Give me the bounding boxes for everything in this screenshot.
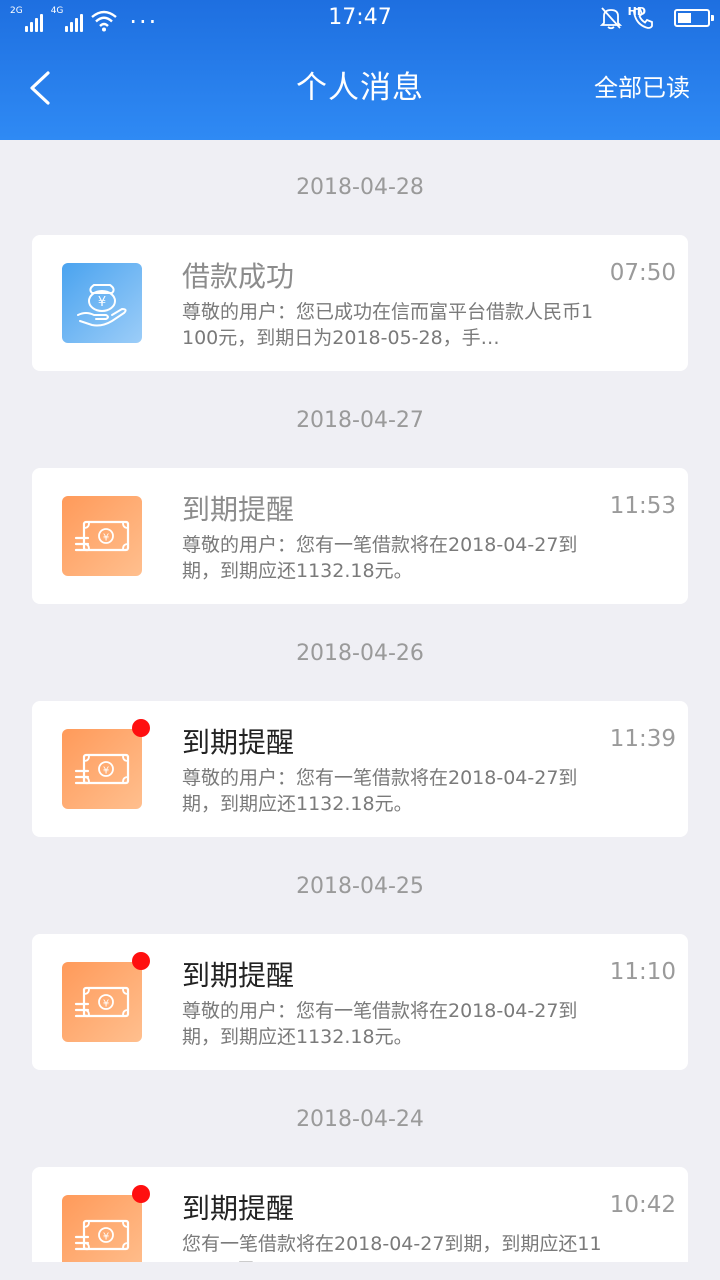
message-body: 尊敬的用户：您有一笔借款将在2018-04-27到期，到期应还1132.18元。 xyxy=(182,534,578,582)
svg-text:¥: ¥ xyxy=(103,766,109,777)
date-label: 2018-04-26 xyxy=(296,641,424,666)
day-group: 2018-04-25 ¥ 到期提醒 11:10 尊敬的用户：您有一笔借款将在20… xyxy=(0,839,720,1072)
message-title: 到期提醒 xyxy=(182,1192,295,1225)
app-header: 2G 4G ··· 17:47 HD 个人消息 全部已读 xyxy=(0,0,720,140)
banknote-icon: ¥ xyxy=(62,729,142,809)
message-time: 11:53 xyxy=(609,493,676,519)
unread-dot xyxy=(132,952,150,970)
unread-dot xyxy=(132,1185,150,1203)
message-list[interactable]: 2018-04-28 ¥ 借款成功 07:50 尊敬的用户：您已成功在信而富平台… xyxy=(0,140,720,1262)
message-time: 11:39 xyxy=(609,726,676,752)
message-body: 尊敬的用户：您有一笔借款将在2018-04-27到期，到期应还1132.18元。 xyxy=(182,1000,578,1048)
mark-all-read-button[interactable]: 全部已读 xyxy=(594,70,690,106)
svg-text:¥: ¥ xyxy=(98,295,106,310)
svg-text:¥: ¥ xyxy=(103,999,109,1010)
message-body: 尊敬的用户：您已成功在信而富平台借款人民币1100元，到期日为2018-05-2… xyxy=(182,301,594,349)
svg-text:¥: ¥ xyxy=(103,533,109,544)
message-title: 到期提醒 xyxy=(182,726,295,759)
message-title: 借款成功 xyxy=(182,260,295,293)
day-group: 2018-04-26 ¥ 到期提醒 11:39 尊敬的用户：您有一笔借款将在20… xyxy=(0,606,720,839)
message-card[interactable]: ¥ 到期提醒 10:42 您有一笔借款将在2018-04-27到期，到期应还11… xyxy=(32,1167,688,1262)
message-time: 10:42 xyxy=(609,1192,676,1218)
message-time: 11:10 xyxy=(609,959,676,985)
date-label: 2018-04-24 xyxy=(296,1107,424,1132)
message-card[interactable]: ¥ 借款成功 07:50 尊敬的用户：您已成功在信而富平台借款人民币1100元，… xyxy=(32,235,688,371)
message-card[interactable]: ¥ 到期提醒 11:10 尊敬的用户：您有一笔借款将在2018-04-27到期，… xyxy=(32,934,688,1070)
date-label: 2018-04-27 xyxy=(296,408,424,433)
day-group: 2018-04-24 ¥ 到期提醒 10:42 您有一笔借款将在2018-04-… xyxy=(0,1072,720,1262)
banknote-icon: ¥ xyxy=(62,1195,142,1262)
date-label: 2018-04-28 xyxy=(296,175,424,200)
unread-dot xyxy=(132,719,150,737)
mute-bell-icon xyxy=(600,7,622,30)
status-bar: 2G 4G ··· 17:47 HD xyxy=(0,0,720,38)
banknote-icon: ¥ xyxy=(62,496,142,576)
message-card[interactable]: ¥ 到期提醒 11:53 尊敬的用户：您有一笔借款将在2018-04-27到期，… xyxy=(32,468,688,604)
battery-icon xyxy=(674,9,714,27)
day-group: 2018-04-27 ¥ 到期提醒 11:53 尊敬的用户：您有一笔借款将在20… xyxy=(0,373,720,606)
svg-text:¥: ¥ xyxy=(103,1232,109,1243)
message-title: 到期提醒 xyxy=(182,959,295,992)
day-group: 2018-04-28 ¥ 借款成功 07:50 尊敬的用户：您已成功在信而富平台… xyxy=(0,140,720,373)
date-label: 2018-04-25 xyxy=(296,874,424,899)
banknote-icon: ¥ xyxy=(62,962,142,1042)
message-title: 到期提醒 xyxy=(182,493,295,526)
money-bag-hand-icon: ¥ xyxy=(62,263,142,343)
message-time: 07:50 xyxy=(609,260,676,286)
hd-label: HD xyxy=(627,5,646,18)
bottom-edge xyxy=(0,1262,720,1280)
status-right: HD xyxy=(600,5,714,30)
message-body: 尊敬的用户：您有一笔借款将在2018-04-27到期，到期应还1132.18元。 xyxy=(182,767,578,815)
message-body: 您有一笔借款将在2018-04-27到期，到期应还1132.18元。 xyxy=(182,1233,602,1262)
message-card[interactable]: ¥ 到期提醒 11:39 尊敬的用户：您有一笔借款将在2018-04-27到期，… xyxy=(32,701,688,837)
app-screen: 2G 4G ··· 17:47 HD 个人消息 全部已读 2018-04-28 … xyxy=(0,0,720,1280)
